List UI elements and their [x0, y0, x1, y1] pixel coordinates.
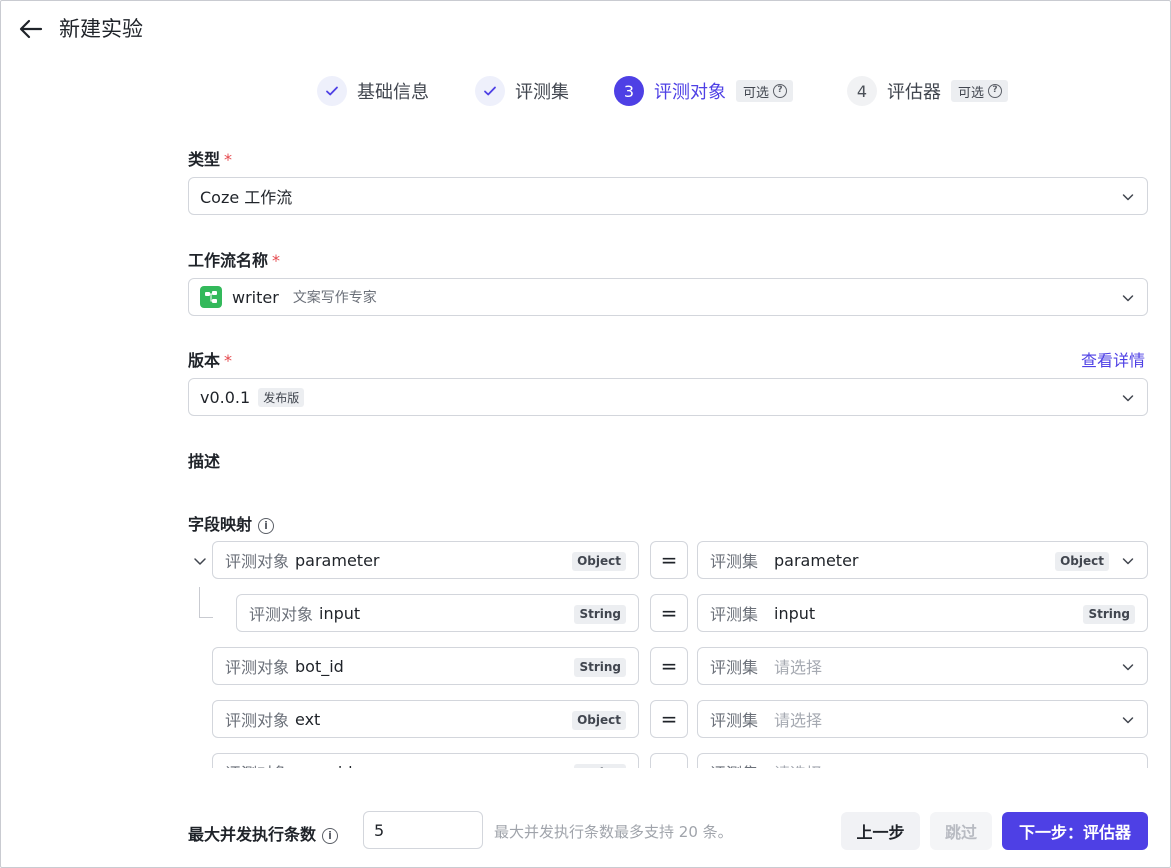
step-evaluator[interactable]: 4 评估器 可选?: [847, 74, 1009, 108]
version-label: 版本 *: [188, 351, 233, 370]
step-number: 4: [847, 76, 877, 106]
release-tag: 发布版: [258, 387, 305, 407]
experiment-create-page: 新建实验 基础信息 评测集 3 评测对象 可选? 4 评估器 可选? 类型*: [0, 0, 1171, 868]
type-label: 类型 *: [188, 150, 233, 169]
page-title: 新建实验: [59, 17, 143, 41]
workflow-description: 文案写作专家: [292, 290, 377, 306]
chevron-down-icon[interactable]: [192, 553, 208, 569]
mapping-label: 字段映射 i: [188, 511, 275, 535]
concurrency-input[interactable]: [363, 811, 483, 849]
type-value: Coze 工作流: [200, 188, 293, 207]
mapping-row: 评测对象 input String = 评测集 input String: [186, 594, 1156, 632]
type-tag: String: [574, 658, 626, 677]
info-icon[interactable]: i: [258, 518, 275, 534]
target-field: 评测对象 user_id String: [212, 753, 639, 768]
step-label: 评估器: [887, 82, 941, 103]
description-label: 描述: [188, 452, 221, 471]
back-arrow-icon[interactable]: [17, 15, 45, 43]
stepper: 基础信息 评测集 3 评测对象 可选? 4 评估器 可选?: [1, 74, 1170, 108]
target-field: 评测对象 parameter Object: [212, 541, 639, 579]
target-field: 评测对象 bot_id String: [212, 647, 639, 685]
step-label: 评测对象: [654, 82, 726, 103]
question-icon[interactable]: ?: [773, 84, 788, 98]
type-tag: String: [574, 605, 626, 624]
chevron-down-icon: [1121, 190, 1135, 204]
version-value: v0.0.1: [200, 387, 251, 407]
dataset-field-select[interactable]: 评测集 请选择: [697, 700, 1148, 738]
optional-tag: 可选?: [736, 80, 794, 102]
check-icon: [317, 76, 347, 106]
version-select[interactable]: v0.0.1 发布版: [188, 378, 1148, 416]
required-mark: *: [272, 251, 281, 270]
optional-tag: 可选?: [951, 80, 1009, 102]
chevron-down-icon: [1121, 391, 1135, 405]
concurrency-label: 最大并发执行条数 i: [188, 821, 339, 845]
step-basic-info[interactable]: 基础信息: [317, 74, 429, 108]
view-details-link[interactable]: 查看详情: [1081, 347, 1145, 371]
type-tag: Object: [1055, 552, 1109, 571]
dataset-field-select[interactable]: 评测集 请选择: [697, 647, 1148, 685]
required-mark: *: [224, 351, 233, 370]
type-select[interactable]: Coze 工作流: [188, 177, 1148, 215]
mapping-row: 评测对象 ext Object = 评测集 请选择: [186, 700, 1156, 738]
chevron-down-icon: [1121, 291, 1135, 305]
equals-sign: =: [650, 594, 688, 632]
info-icon[interactable]: i: [322, 828, 339, 844]
type-tag: String: [1083, 605, 1135, 624]
check-icon: [475, 76, 505, 106]
dataset-field-select[interactable]: 评测集 请选择: [697, 753, 1148, 768]
required-mark: *: [224, 150, 233, 169]
equals-sign: =: [650, 541, 688, 579]
chevron-down-icon: [1121, 660, 1135, 674]
field-mapping-list: 评测对象 parameter Object = 评测集 parameter Ob…: [186, 539, 1156, 768]
step-label: 基础信息: [357, 82, 429, 103]
equals-sign: =: [650, 753, 688, 768]
dataset-field-select[interactable]: 评测集 parameter Object: [697, 541, 1148, 579]
type-tag: String: [574, 764, 626, 768]
skip-button[interactable]: 跳过: [930, 812, 992, 850]
chevron-down-icon: [1121, 554, 1135, 568]
equals-sign: =: [650, 700, 688, 738]
target-field: 评测对象 ext Object: [212, 700, 639, 738]
target-field: 评测对象 input String: [236, 594, 639, 632]
next-step-button[interactable]: 下一步：评估器: [1002, 812, 1148, 850]
step-number: 3: [614, 76, 644, 106]
step-dataset[interactable]: 评测集: [475, 74, 569, 108]
mapping-row: 评测对象 user_id String = 评测集 请选择: [186, 753, 1156, 768]
workflow-value: writer: [232, 287, 279, 307]
workflow-label: 工作流名称 *: [188, 251, 281, 270]
step-eval-target[interactable]: 3 评测对象 可选?: [614, 74, 794, 108]
chevron-down-icon: [1121, 713, 1135, 727]
type-tag: Object: [572, 552, 626, 571]
dataset-field-select[interactable]: 评测集 input String: [697, 594, 1148, 632]
workflow-icon: [200, 286, 222, 308]
type-tag: Object: [572, 711, 626, 730]
mapping-row: 评测对象 parameter Object = 评测集 parameter Ob…: [186, 541, 1156, 579]
prev-step-button[interactable]: 上一步: [841, 812, 920, 850]
equals-sign: =: [650, 647, 688, 685]
step-label: 评测集: [515, 82, 569, 103]
concurrency-hint: 最大并发执行条数最多支持 20 条。: [494, 823, 733, 841]
page-header: 新建实验: [1, 1, 1170, 57]
question-icon[interactable]: ?: [988, 84, 1003, 98]
workflow-select[interactable]: writer 文案写作专家: [188, 278, 1148, 316]
mapping-row: 评测对象 bot_id String = 评测集 请选择: [186, 647, 1156, 685]
